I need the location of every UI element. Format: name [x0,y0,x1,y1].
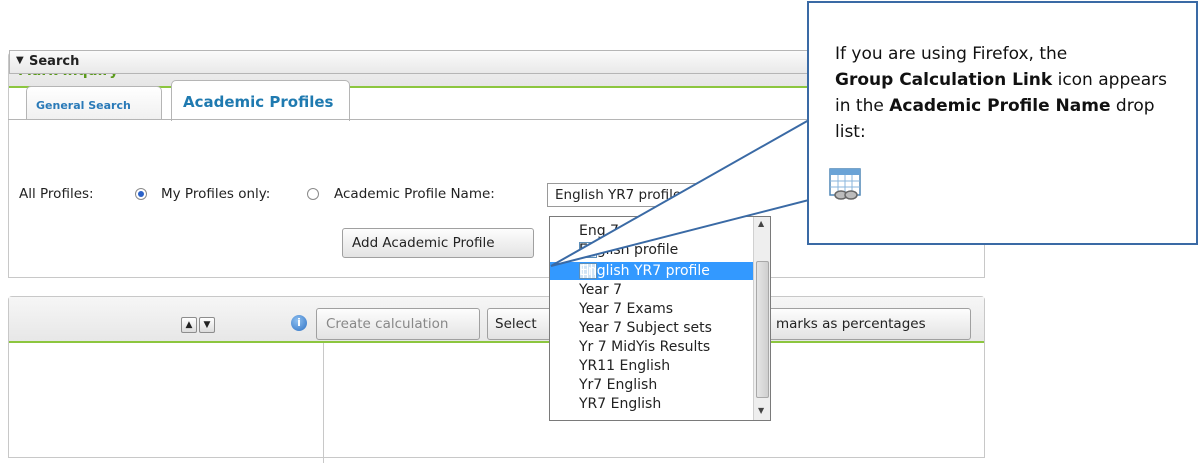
option-label: Year 7 Subject sets [579,320,712,336]
dropdown-option[interactable]: Yr 7 MidYis Results [550,338,753,356]
profile-dropdown-list[interactable]: Eng 7A English profile English YR7 profi… [549,216,771,421]
profile-name-label: Academic Profile Name: [334,186,495,202]
collapse-arrow-icon: ▼ [16,55,24,66]
academic-profile-select[interactable]: English YR7 profile [547,183,779,207]
help-callout: If you are using Firefox, the Group Calc… [807,1,1198,245]
scroll-up-icon[interactable]: ▲ [758,219,764,228]
option-label: Year 7 Exams [579,301,674,317]
option-label: YR11 English [579,358,671,374]
tab-academic-profiles-label: Academic Profiles [183,93,334,111]
dropdown-option[interactable]: Year 7 [550,281,753,299]
my-profiles-radio[interactable] [307,188,319,200]
profile-selected-value: English YR7 profile [555,187,682,203]
create-calculation-label: Create calculation [326,316,449,332]
tab-academic-profiles[interactable]: Academic Profiles [171,80,350,121]
create-calculation-button[interactable]: Create calculation [316,308,480,340]
callout-text: If you are using Firefox, the Group Calc… [835,41,1185,145]
option-label: English profile [579,242,679,258]
dropdown-option-selected[interactable]: English YR7 profile [550,262,753,280]
callout-bold1: Group Calculation Link [835,70,1053,90]
dropdown-option[interactable]: Yr7 English [550,376,753,394]
select-label: Select [495,316,537,332]
callout-line1: If you are using Firefox, the [835,44,1068,64]
my-profiles-label: My Profiles only: [161,186,271,202]
option-label: Yr 7 MidYis Results [579,339,711,355]
dropdown-scrollbar[interactable]: ▲ ▼ [753,217,770,420]
all-profiles-radio[interactable] [135,188,147,200]
search-section-label: Search [29,54,80,69]
group-calculation-link-icon [829,168,861,200]
move-up-icon[interactable]: ▲ [181,317,197,333]
left-pane [9,343,324,463]
callout-bold2: Academic Profile Name [889,96,1111,116]
marks-as-percentages-button[interactable]: marks as percentages [755,308,971,340]
option-label: Yr7 English [579,377,658,393]
option-label: Eng 7A [579,223,629,239]
marks-as-percentages-label: marks as percentages [776,316,926,332]
dropdown-option[interactable]: English profile [550,241,753,259]
dropdown-option[interactable]: Eng 7A [550,222,753,240]
dropdown-option[interactable]: Year 7 Subject sets [550,319,753,337]
dropdown-option[interactable]: YR11 English [550,357,753,375]
info-icon[interactable]: i [291,315,307,331]
tab-general-search[interactable]: General Search [26,86,162,120]
tab-general-search-label: General Search [36,99,131,112]
all-profiles-label: All Profiles: [19,186,94,202]
scroll-thumb[interactable] [756,261,769,398]
add-academic-profile-label: Add Academic Profile [352,235,495,251]
option-label: English YR7 profile [579,263,710,279]
scroll-down-icon[interactable]: ▼ [758,406,764,415]
option-label: Year 7 [579,282,622,298]
add-academic-profile-button[interactable]: Add Academic Profile [342,228,534,258]
move-down-icon[interactable]: ▼ [199,317,215,333]
dropdown-option[interactable]: YR7 English [550,395,753,413]
dropdown-option[interactable]: Year 7 Exams [550,300,753,318]
option-label: YR7 English [579,396,662,412]
